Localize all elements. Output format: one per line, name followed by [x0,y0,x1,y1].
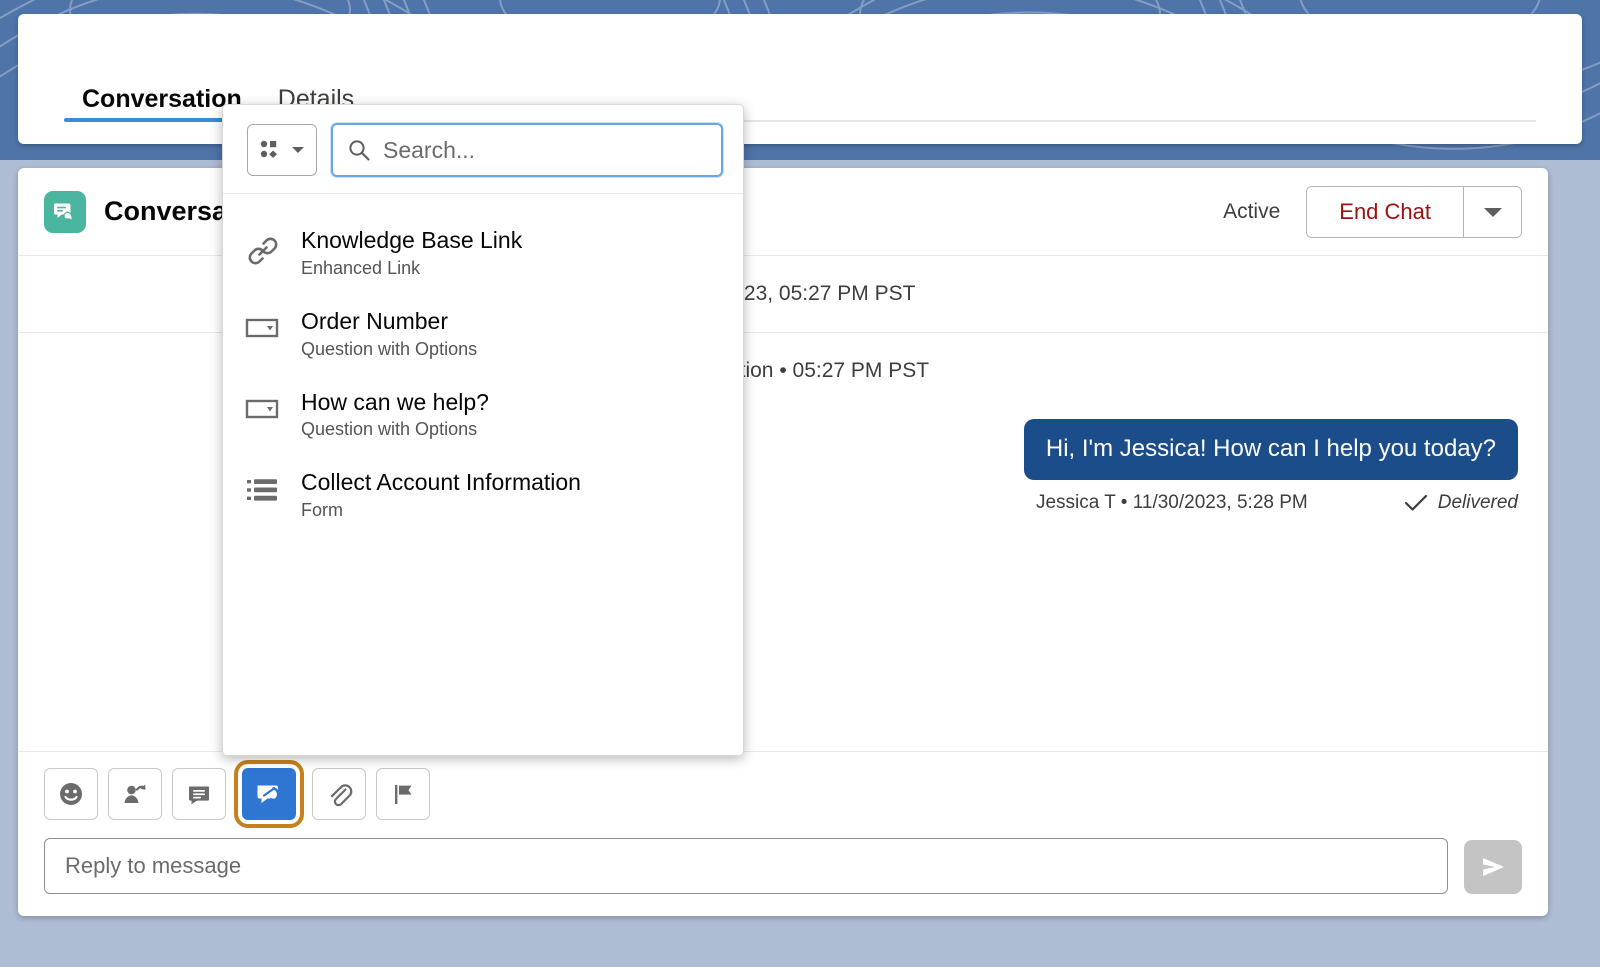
reply-input-wrapper[interactable] [44,838,1448,894]
enhanced-components-icon [257,785,280,804]
flag-icon [395,785,412,804]
list-item-subtitle: Form [301,500,343,520]
list-item-title: Collect Account Information [301,469,581,496]
object-types-icon [260,140,277,158]
conversation-header-actions: Active End Chat [1223,185,1522,238]
list-item[interactable]: Knowledge Base Link Enhanced Link [223,212,743,293]
popover-search-row [223,105,743,194]
send-button[interactable] [1464,840,1522,894]
conversation-icon [44,190,86,233]
emoji-button[interactable] [44,768,98,820]
list-item-subtitle: Question with Options [301,419,478,440]
object-type-filter-button[interactable] [247,124,317,176]
chevron-down-icon [292,147,304,153]
end-chat-button[interactable]: End Chat [1307,186,1463,237]
list-item-subtitle: Enhanced Link [301,257,421,278]
dropdown-icon [243,388,283,422]
quick-text-icon [189,786,209,805]
flag-button[interactable] [376,768,430,820]
search-input-wrapper[interactable] [331,123,723,177]
enhanced-components-popover: Knowledge Base Link Enhanced Link Order … [222,104,744,756]
status-badge: Active [1223,199,1281,223]
list-item-title: Knowledge Base Link [301,227,523,253]
link-icon [243,226,283,268]
attachment-icon [330,784,353,807]
end-chat-dropdown-button[interactable] [1463,186,1521,237]
list-item[interactable]: Order Number Question with Options [223,293,743,374]
list-item[interactable]: Collect Account Information Form [223,454,743,535]
list-item-title: How can we help? [301,388,489,415]
message-status: Delivered [1437,491,1518,513]
dropdown-icon [243,307,283,341]
emoji-icon [60,783,82,805]
search-icon [349,140,370,161]
message-composer [18,751,1548,916]
reply-row [44,838,1522,894]
chevron-down-icon [1483,207,1502,217]
end-chat-button-group: End Chat [1306,185,1522,238]
message-author-timestamp: Jessica T • 11/30/2023, 5:28 PM [1035,491,1308,513]
transfer-icon [124,784,146,803]
reply-input[interactable] [65,853,1427,879]
list-item[interactable]: How can we help? Question with Options [223,374,743,455]
send-icon [1483,858,1504,876]
check-icon [1404,494,1428,512]
transfer-button[interactable] [108,768,162,820]
list-item-title: Order Number [301,307,448,334]
quick-text-button[interactable] [172,768,226,820]
message-bubble: Hi, I'm Jessica! How can I help you toda… [1023,419,1518,480]
attachment-button[interactable] [312,768,366,820]
form-list-icon [243,468,283,504]
component-list: Knowledge Base Link Enhanced Link Order … [223,194,743,755]
search-input[interactable] [383,136,707,164]
enhanced-components-button[interactable] [242,768,296,820]
list-item-subtitle: Question with Options [301,338,478,359]
tab-conversation-label: Conversation [82,85,242,113]
composer-toolbar [44,768,1522,820]
